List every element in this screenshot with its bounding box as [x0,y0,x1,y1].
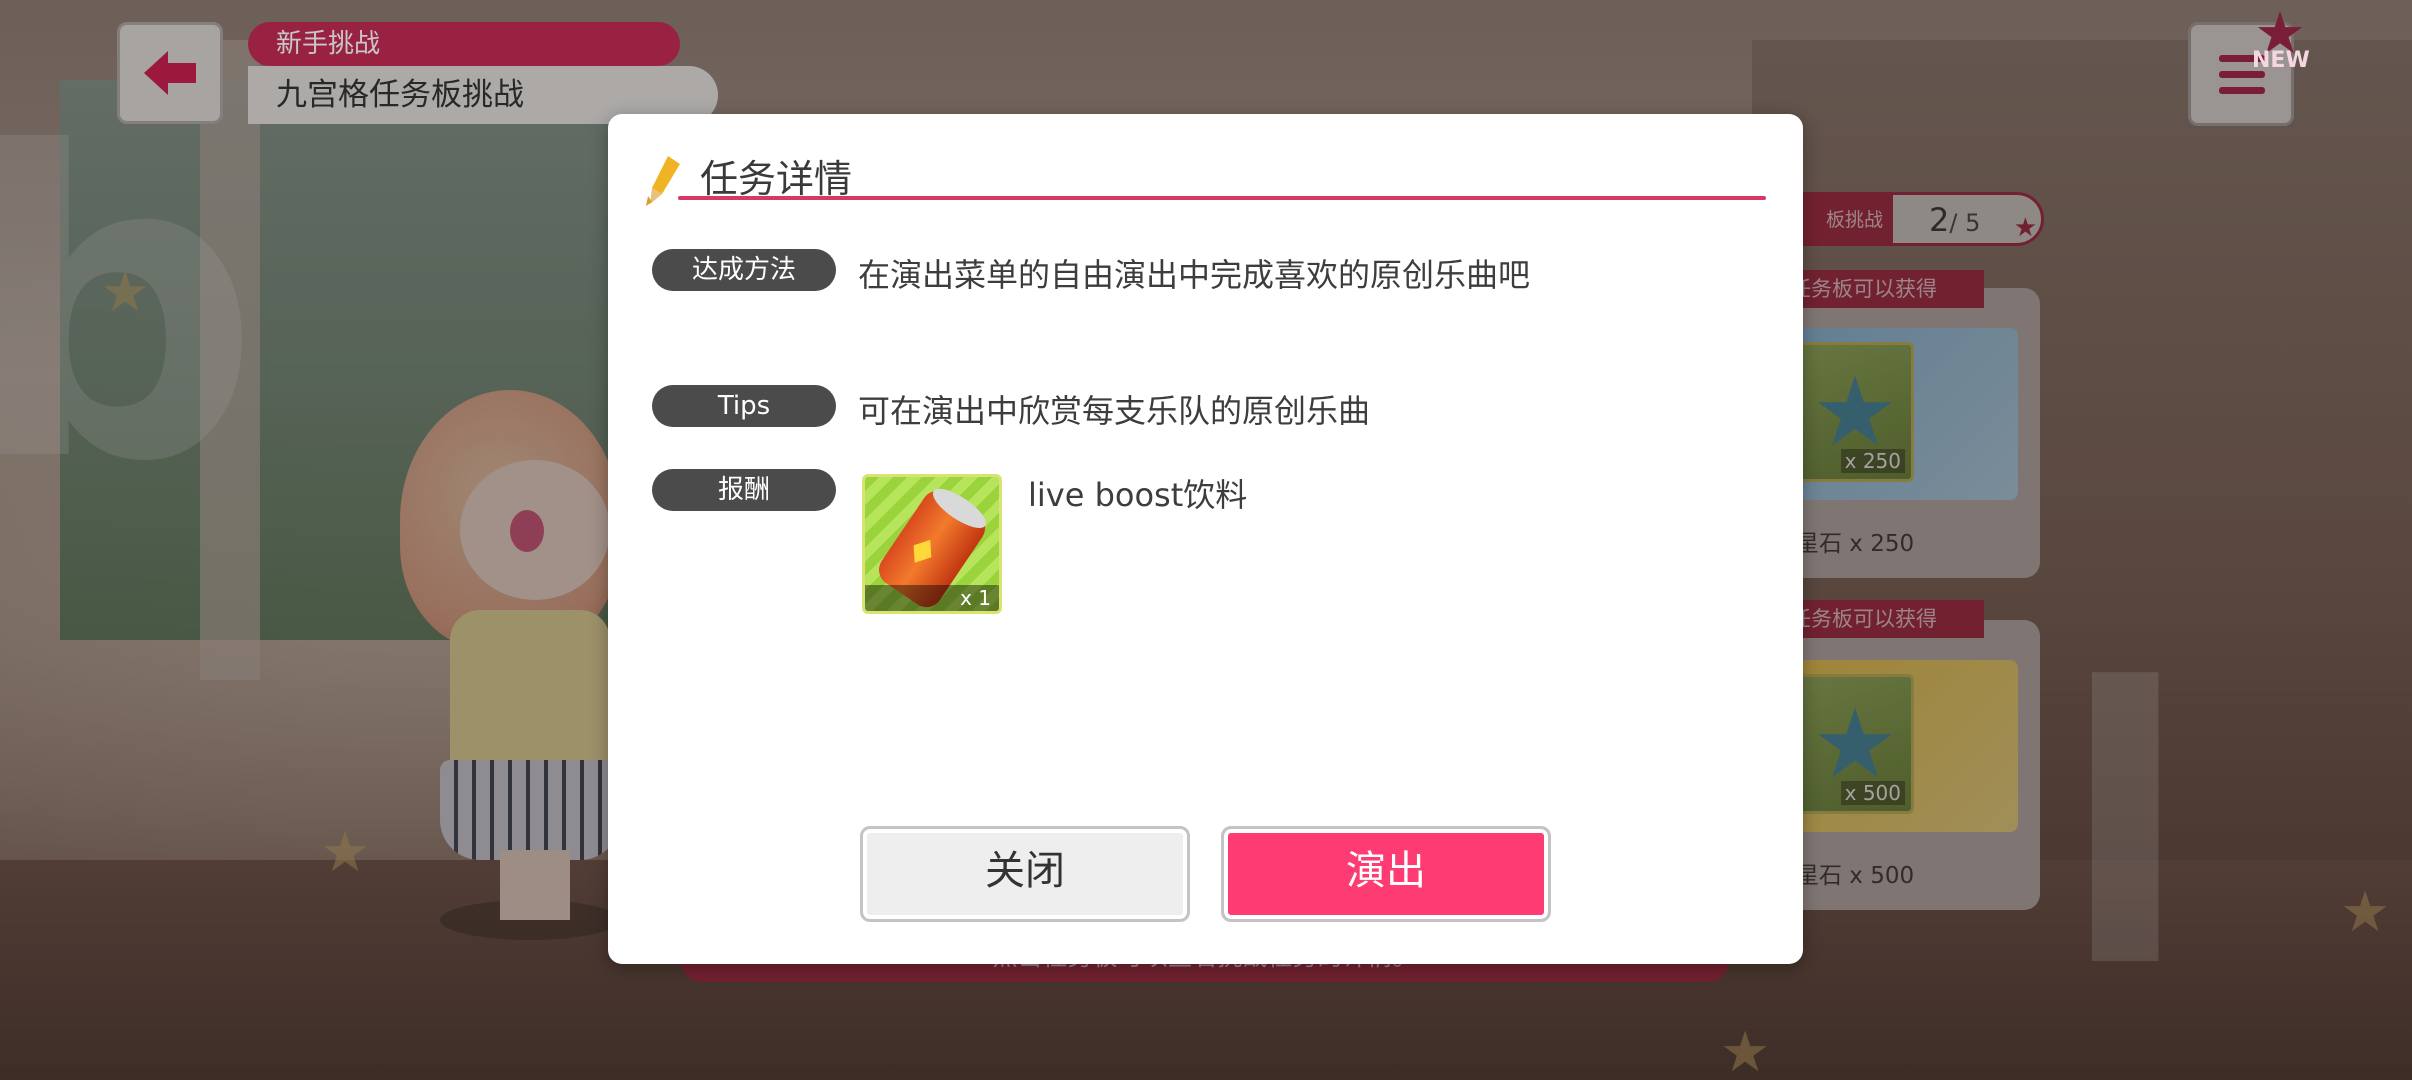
tips-label: Tips [652,385,836,427]
header-tag: 新手挑战 [248,22,680,66]
title-underline [678,196,1766,200]
reward-item-name: live boost饮料 [1028,476,1248,514]
back-arrow-icon [144,51,196,95]
boost-drink-icon[interactable]: ♦ x 1 [862,474,1002,614]
perform-button[interactable]: 演出 [1221,826,1551,922]
tips-text: 可在演出中欣赏每支乐队的原创乐曲 [858,392,1371,430]
reward-label: 报酬 [652,469,836,511]
task-detail-dialog: 任务详情 达成方法 在演出菜单的自由演出中完成喜欢的原创乐曲吧 Tips 可在演… [608,114,1803,964]
pencil-icon [646,156,680,206]
menu-icon-bar [2219,87,2265,94]
reward-item-qty: x 1 [865,585,999,611]
method-text: 在演出菜单的自由演出中完成喜欢的原创乐曲吧 [858,256,1531,294]
back-button[interactable] [117,22,223,124]
dialog-title: 任务详情 [700,157,853,201]
new-badge-text: NEW [2252,48,2310,73]
close-button[interactable]: 关闭 [860,826,1190,922]
method-label: 达成方法 [652,249,836,291]
new-badge: ★ NEW [2248,4,2320,74]
